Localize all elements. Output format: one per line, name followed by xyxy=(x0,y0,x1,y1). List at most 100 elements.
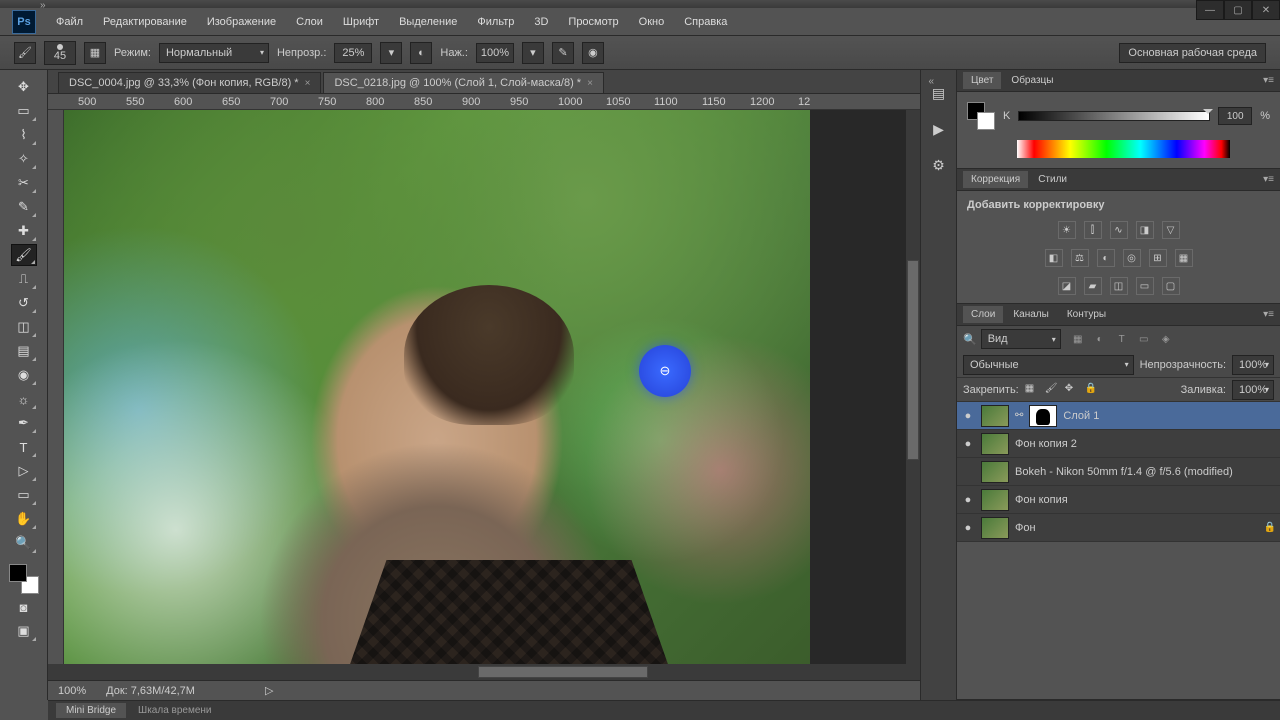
menu-view[interactable]: Просмотр xyxy=(558,11,628,33)
tab-layers[interactable]: Слои xyxy=(963,306,1003,323)
pressure-size-icon[interactable]: ◉ xyxy=(582,42,604,64)
brush-size-preset[interactable]: 45 xyxy=(44,41,76,65)
close-icon[interactable]: × xyxy=(305,78,311,89)
menu-window[interactable]: Окно xyxy=(629,11,675,33)
window-maximize[interactable]: ▢ xyxy=(1224,0,1252,20)
filter-adjust-icon[interactable]: ◐ xyxy=(1091,330,1109,348)
tab-styles[interactable]: Стили xyxy=(1030,171,1075,188)
filter-type-icon[interactable]: T xyxy=(1113,330,1131,348)
gradient-tool[interactable]: ▤ xyxy=(11,340,37,362)
path-select-tool[interactable]: ▷ xyxy=(11,460,37,482)
layer-row[interactable]: ● ⚯ Слой 1 xyxy=(957,402,1280,430)
actions-panel-icon[interactable]: ▶ xyxy=(928,118,950,140)
eraser-tool[interactable]: ◫ xyxy=(11,316,37,338)
flow-input[interactable]: 100% xyxy=(476,43,514,63)
layer-name[interactable]: Фон копия 2 xyxy=(1015,438,1077,450)
scrollbar-thumb[interactable] xyxy=(907,260,919,460)
layer-name[interactable]: Слой 1 xyxy=(1063,410,1099,422)
bw-icon[interactable]: ◐ xyxy=(1097,249,1115,267)
ruler-horizontal[interactable]: 500 550 600 650 700 750 800 850 900 950 … xyxy=(48,94,920,110)
filter-pixel-icon[interactable]: ▦ xyxy=(1069,330,1087,348)
photo-filter-icon[interactable]: ◎ xyxy=(1123,249,1141,267)
scrollbar-thumb[interactable] xyxy=(478,666,648,678)
quickmask-toggle[interactable]: ◙ xyxy=(11,596,37,618)
window-minimize[interactable]: — xyxy=(1196,0,1224,20)
panel-menu-icon[interactable]: ▾≡ xyxy=(1263,75,1274,86)
tab-channels[interactable]: Каналы xyxy=(1005,306,1057,323)
layer-thumbnail[interactable] xyxy=(981,517,1009,539)
dodge-tool[interactable]: ☼ xyxy=(11,388,37,410)
curves-icon[interactable]: ∿ xyxy=(1110,221,1128,239)
color-swatches[interactable] xyxy=(9,564,39,594)
canvas[interactable]: ⊖ xyxy=(64,110,920,664)
type-tool[interactable]: T xyxy=(11,436,37,458)
posterize-icon[interactable]: ▰ xyxy=(1084,277,1102,295)
mixer-icon[interactable]: ⊞ xyxy=(1149,249,1167,267)
menu-filter[interactable]: Фильтр xyxy=(467,11,524,33)
panel-menu-icon[interactable]: ▾≡ xyxy=(1263,174,1274,185)
levels-icon[interactable]: ⫿ xyxy=(1084,221,1102,239)
lock-all-icon[interactable]: 🔒 xyxy=(1085,383,1099,397)
layer-name[interactable]: Фон xyxy=(1015,522,1036,534)
layer-row[interactable]: Bokeh - Nikon 50mm f/1.4 @ f/5.6 (modifi… xyxy=(957,458,1280,486)
menu-type[interactable]: Шрифт xyxy=(333,11,389,33)
move-tool[interactable]: ✥ xyxy=(11,76,37,98)
lock-transparency-icon[interactable]: ▦ xyxy=(1025,383,1039,397)
filter-smart-icon[interactable]: ◈ xyxy=(1157,330,1175,348)
menu-file[interactable]: Файл xyxy=(46,11,93,33)
flow-arrow-icon[interactable]: ▾ xyxy=(522,42,544,64)
menu-help[interactable]: Справка xyxy=(674,11,737,33)
blur-tool[interactable]: ◉ xyxy=(11,364,37,386)
selective-icon[interactable]: ▢ xyxy=(1162,277,1180,295)
brightness-icon[interactable]: ☀ xyxy=(1058,221,1076,239)
color-value-input[interactable]: 100 xyxy=(1218,107,1252,125)
layer-thumbnail[interactable] xyxy=(981,461,1009,483)
color-slider[interactable] xyxy=(1018,111,1210,121)
screenmode-toggle[interactable]: ▣ xyxy=(11,620,37,642)
lasso-tool[interactable]: ⌇ xyxy=(11,124,37,146)
panel-menu-icon[interactable]: ▾≡ xyxy=(1263,309,1274,320)
pressure-opacity-icon[interactable]: ◐ xyxy=(410,42,432,64)
invert-icon[interactable]: ◪ xyxy=(1058,277,1076,295)
balance-icon[interactable]: ⚖ xyxy=(1071,249,1089,267)
exposure-icon[interactable]: ◨ xyxy=(1136,221,1154,239)
lock-pixels-icon[interactable]: 🖌 xyxy=(1045,383,1059,397)
tab-timeline[interactable]: Шкала времени xyxy=(128,703,221,718)
tab-mini-bridge[interactable]: Mini Bridge xyxy=(56,703,126,718)
menu-image[interactable]: Изображение xyxy=(197,11,286,33)
lookup-icon[interactable]: ▦ xyxy=(1175,249,1193,267)
hand-tool[interactable]: ✋ xyxy=(11,508,37,530)
panel-collapse-icon[interactable]: « xyxy=(928,76,934,87)
document-tab-0[interactable]: DSC_0004.jpg @ 33,3% (Фон копия, RGB/8) … xyxy=(58,72,321,93)
hue-icon[interactable]: ◧ xyxy=(1045,249,1063,267)
tab-color[interactable]: Цвет xyxy=(963,72,1001,89)
layer-fill-input[interactable]: 100% xyxy=(1232,380,1274,400)
tab-swatches[interactable]: Образцы xyxy=(1003,72,1061,89)
eyedropper-tool[interactable]: ✎ xyxy=(11,196,37,218)
doc-info[interactable]: Док: 7,63M/42,7M xyxy=(106,685,195,697)
mask-link-icon[interactable]: ⚯ xyxy=(1015,410,1023,421)
menu-3d[interactable]: 3D xyxy=(524,11,558,33)
layer-name[interactable]: Bokeh - Nikon 50mm f/1.4 @ f/5.6 (modifi… xyxy=(1015,466,1233,478)
layer-thumbnail[interactable] xyxy=(981,405,1009,427)
shape-tool[interactable]: ▭ xyxy=(11,484,37,506)
brush-tool[interactable]: 🖌 xyxy=(11,244,37,266)
visibility-toggle[interactable]: ● xyxy=(961,410,975,422)
close-icon[interactable]: × xyxy=(587,78,593,89)
layer-row[interactable]: ● Фон копия 2 xyxy=(957,430,1280,458)
tab-adjustments[interactable]: Коррекция xyxy=(963,171,1028,188)
blend-mode-select[interactable]: Нормальный xyxy=(159,43,269,63)
layer-name[interactable]: Фон копия xyxy=(1015,494,1068,506)
visibility-toggle[interactable]: ● xyxy=(961,494,975,506)
filter-shape-icon[interactable]: ▭ xyxy=(1135,330,1153,348)
workspace-switcher[interactable]: Основная рабочая среда xyxy=(1119,43,1266,63)
layer-thumbnail[interactable] xyxy=(981,433,1009,455)
toolbox-collapse-icon[interactable]: » xyxy=(40,0,46,11)
opacity-input[interactable]: 25% xyxy=(334,43,372,63)
menu-layers[interactable]: Слои xyxy=(286,11,333,33)
airbrush-icon[interactable]: ✎ xyxy=(552,42,574,64)
layer-blend-select[interactable]: Обычные xyxy=(963,355,1134,375)
zoom-level[interactable]: 100% xyxy=(58,685,86,697)
foreground-swatch[interactable] xyxy=(9,564,27,582)
menu-edit[interactable]: Редактирование xyxy=(93,11,197,33)
